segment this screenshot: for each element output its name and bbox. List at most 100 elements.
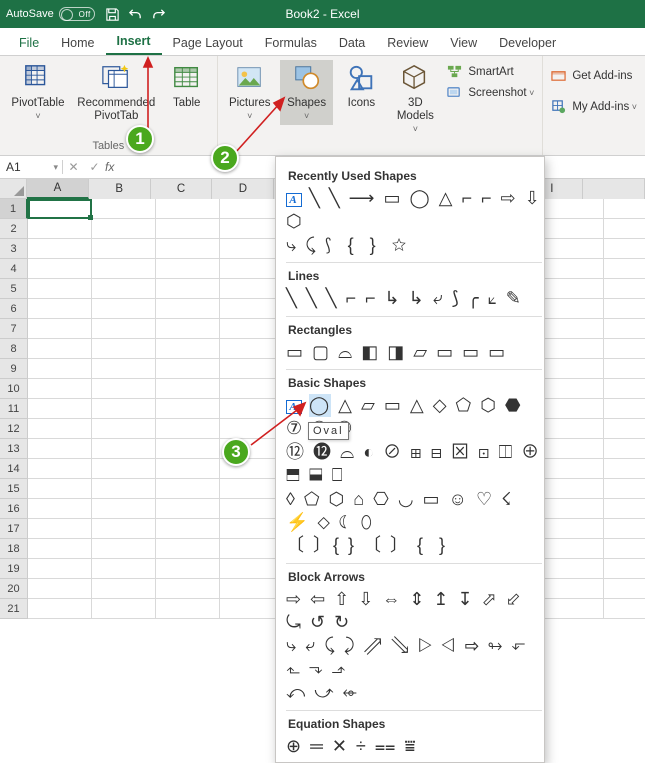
cell[interactable]: [604, 579, 645, 599]
cell[interactable]: [156, 399, 220, 419]
row-header[interactable]: 11: [0, 399, 28, 419]
cell[interactable]: [604, 219, 645, 239]
shapes-basic-row[interactable]: A ◯ △ ▱ ▭ △ ◇ ⬠ ⬡ ⬣ ⑦ ⑧ ⑩ ⑫ ⓬ ⌓ ◐ ⊘ ⊞ ⊟ …: [286, 394, 542, 558]
cell[interactable]: [604, 439, 645, 459]
cell[interactable]: [156, 439, 220, 459]
save-icon[interactable]: [105, 7, 120, 22]
cell[interactable]: [604, 259, 645, 279]
3d-models-button[interactable]: 3D Models: [389, 60, 441, 139]
cell[interactable]: [540, 239, 604, 259]
col-header-c[interactable]: C: [151, 179, 213, 199]
shapes-recent-row[interactable]: A ╲ ╲ ⟶ ▭ ◯ △ ⌐ ⌐ ⇨ ⇩ ⬡⤷ ⤹ ⟆ { } ☆: [286, 187, 542, 257]
cell[interactable]: [156, 279, 220, 299]
tab-view[interactable]: View: [439, 30, 488, 55]
cell[interactable]: [28, 339, 92, 359]
cell[interactable]: [92, 479, 156, 499]
row-header[interactable]: 21: [0, 599, 28, 619]
cell[interactable]: [156, 339, 220, 359]
cell[interactable]: [28, 559, 92, 579]
row-header[interactable]: 9: [0, 359, 28, 379]
cell[interactable]: [28, 459, 92, 479]
cell[interactable]: [28, 579, 92, 599]
cell[interactable]: [156, 579, 220, 599]
cell[interactable]: [540, 299, 604, 319]
cell[interactable]: [92, 379, 156, 399]
cell[interactable]: [540, 419, 604, 439]
cell[interactable]: [604, 399, 645, 419]
col-header-d[interactable]: D: [212, 179, 274, 199]
tab-file[interactable]: File: [8, 30, 50, 55]
cell[interactable]: [540, 479, 604, 499]
tab-data[interactable]: Data: [328, 30, 376, 55]
cell[interactable]: [604, 359, 645, 379]
cell[interactable]: [604, 599, 645, 619]
cell[interactable]: [28, 599, 92, 619]
cell[interactable]: [540, 339, 604, 359]
cell[interactable]: [604, 379, 645, 399]
shapes-rectangles-row[interactable]: ▭ ▢ ⌓ ◧ ◨ ▱ ▭ ▭ ▭: [286, 341, 542, 364]
cell[interactable]: [604, 279, 645, 299]
row-header[interactable]: 1: [0, 199, 28, 219]
col-header-a[interactable]: A: [27, 179, 89, 199]
cell[interactable]: [28, 439, 92, 459]
row-header[interactable]: 10: [0, 379, 28, 399]
fx-icon[interactable]: fx: [105, 160, 129, 174]
tab-insert[interactable]: Insert: [106, 28, 162, 55]
cell[interactable]: [92, 559, 156, 579]
get-addins-button[interactable]: Get Add-ins: [547, 66, 641, 85]
cell[interactable]: [604, 319, 645, 339]
cell[interactable]: [92, 199, 156, 219]
cell[interactable]: [156, 359, 220, 379]
cell[interactable]: [540, 439, 604, 459]
cell[interactable]: [604, 539, 645, 559]
cell[interactable]: [156, 199, 220, 219]
select-all-corner[interactable]: [0, 179, 27, 198]
cell[interactable]: [604, 239, 645, 259]
cell[interactable]: [540, 199, 604, 219]
cell[interactable]: [540, 359, 604, 379]
cell[interactable]: [92, 419, 156, 439]
cell[interactable]: [604, 499, 645, 519]
enter-formula-icon[interactable]: ✓: [84, 160, 105, 174]
cell[interactable]: [540, 539, 604, 559]
pivottable-button[interactable]: PivotTable: [4, 60, 72, 125]
cancel-formula-icon[interactable]: ✕: [63, 160, 84, 174]
cell[interactable]: [28, 279, 92, 299]
cell[interactable]: [540, 399, 604, 419]
shapes-equation-row[interactable]: ⊕ ═ ✕ ÷ ⩵ ⩸: [286, 735, 542, 758]
cell[interactable]: [156, 259, 220, 279]
cell[interactable]: [604, 339, 645, 359]
cell[interactable]: [28, 219, 92, 239]
tab-review[interactable]: Review: [376, 30, 439, 55]
cell[interactable]: [92, 519, 156, 539]
cell[interactable]: [156, 459, 220, 479]
shapes-block-row[interactable]: ⇨ ⇦ ⇧ ⇩ ⇔ ⇕ ↥ ↧ ⬀ ⬃ ⤿ ↺ ↻⤷ ⤶ ⤹ ⤸ ⇗ ⇘ ▷ ◁…: [286, 588, 542, 705]
tab-home[interactable]: Home: [50, 30, 105, 55]
row-header[interactable]: 20: [0, 579, 28, 599]
cell[interactable]: [540, 519, 604, 539]
row-header[interactable]: 12: [0, 419, 28, 439]
cell[interactable]: [92, 259, 156, 279]
shapes-lines-row[interactable]: ╲ ╲ ╲ ⌐ ⌐ ↳ ↳ ⤶ ⟆ ╭ ⟀ ✎: [286, 287, 542, 310]
col-header-b[interactable]: B: [89, 179, 151, 199]
cell[interactable]: [92, 299, 156, 319]
cell[interactable]: [604, 419, 645, 439]
smartart-button[interactable]: SmartArt: [443, 62, 538, 81]
cell[interactable]: [604, 519, 645, 539]
row-header[interactable]: 7: [0, 319, 28, 339]
cell[interactable]: [156, 539, 220, 559]
cell[interactable]: [28, 379, 92, 399]
cell[interactable]: [92, 599, 156, 619]
icons-button[interactable]: Icons: [335, 60, 387, 112]
cell[interactable]: [92, 339, 156, 359]
cell[interactable]: [540, 259, 604, 279]
cell[interactable]: [92, 219, 156, 239]
cell[interactable]: [92, 539, 156, 559]
cell[interactable]: [28, 479, 92, 499]
cell[interactable]: [28, 499, 92, 519]
cell[interactable]: [156, 419, 220, 439]
autosave-toggle[interactable]: Off: [59, 7, 95, 21]
cell[interactable]: [604, 479, 645, 499]
cell[interactable]: [92, 459, 156, 479]
cell[interactable]: [28, 239, 92, 259]
